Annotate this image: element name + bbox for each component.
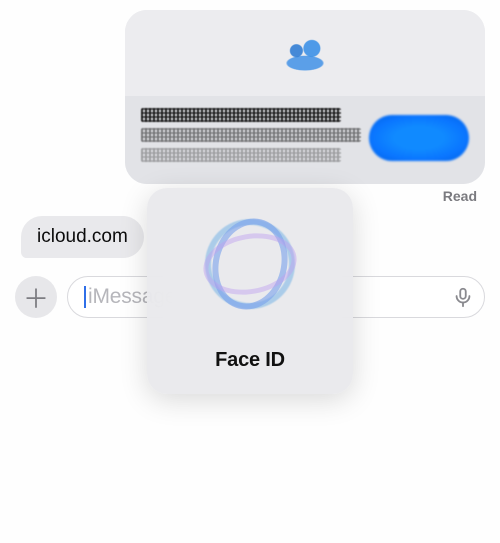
plus-icon: ＋ <box>23 279 49 316</box>
link-open-button[interactable] <box>369 115 469 161</box>
link-preview-text <box>141 108 357 168</box>
link-subtitle-redacted <box>141 148 341 162</box>
text-cursor <box>84 286 86 308</box>
incoming-message-bubble[interactable]: icloud.com <box>21 216 144 258</box>
people-icon <box>262 30 348 76</box>
microphone-icon <box>452 286 474 308</box>
link-subtitle-redacted <box>141 128 361 142</box>
face-id-label: Face ID <box>215 349 285 372</box>
face-id-scan-icon <box>202 216 298 312</box>
outgoing-link-message: Read <box>15 10 485 204</box>
dictation-button[interactable] <box>452 286 474 308</box>
add-attachment-button[interactable]: ＋ <box>15 276 57 318</box>
link-preview-image-area <box>125 10 485 96</box>
message-status: Read <box>443 184 485 204</box>
face-id-prompt: Face ID <box>147 188 353 394</box>
link-preview-card[interactable] <box>125 10 485 184</box>
link-preview-details <box>125 96 485 184</box>
link-title-redacted <box>141 108 341 122</box>
